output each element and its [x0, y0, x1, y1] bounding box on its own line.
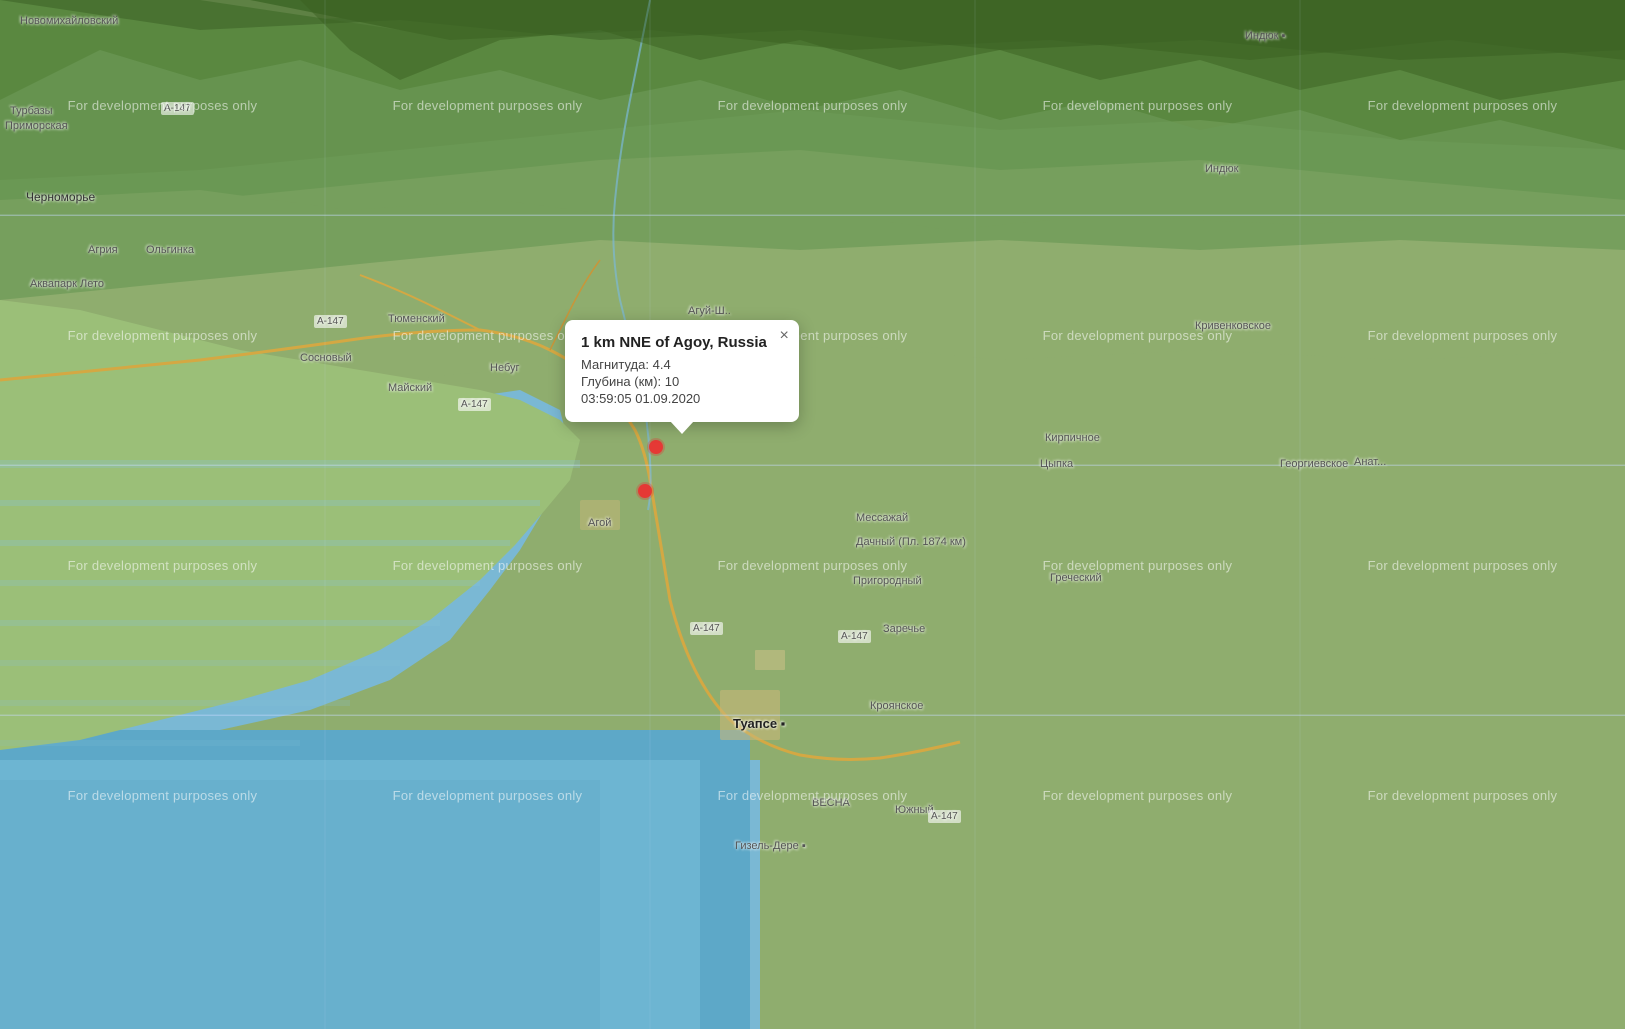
earthquake-popup: × 1 km NNE of Agoy, Russia Магнитуда: 4.…	[565, 320, 799, 422]
map-container: For development purposes only For develo…	[0, 0, 1625, 1029]
map-background	[0, 0, 1625, 1029]
earthquake-marker-1[interactable]	[649, 440, 663, 454]
lat-line-2	[0, 465, 1625, 466]
lat-line-1	[0, 215, 1625, 216]
magnitude-label: Магнитуда:	[581, 357, 649, 372]
depth-label: Глубина (км):	[581, 374, 661, 389]
popup-magnitude: Магнитуда: 4.4	[581, 357, 783, 372]
popup-title: 1 km NNE of Agoy, Russia	[581, 334, 783, 351]
depth-value: 10	[665, 374, 679, 389]
earthquake-marker-2[interactable]	[638, 484, 652, 498]
magnitude-value: 4.4	[653, 357, 671, 372]
popup-datetime: 03:59:05 01.09.2020	[581, 391, 783, 406]
lat-line-3	[0, 715, 1625, 716]
popup-close-button[interactable]: ×	[780, 328, 789, 344]
popup-depth: Глубина (км): 10	[581, 374, 783, 389]
